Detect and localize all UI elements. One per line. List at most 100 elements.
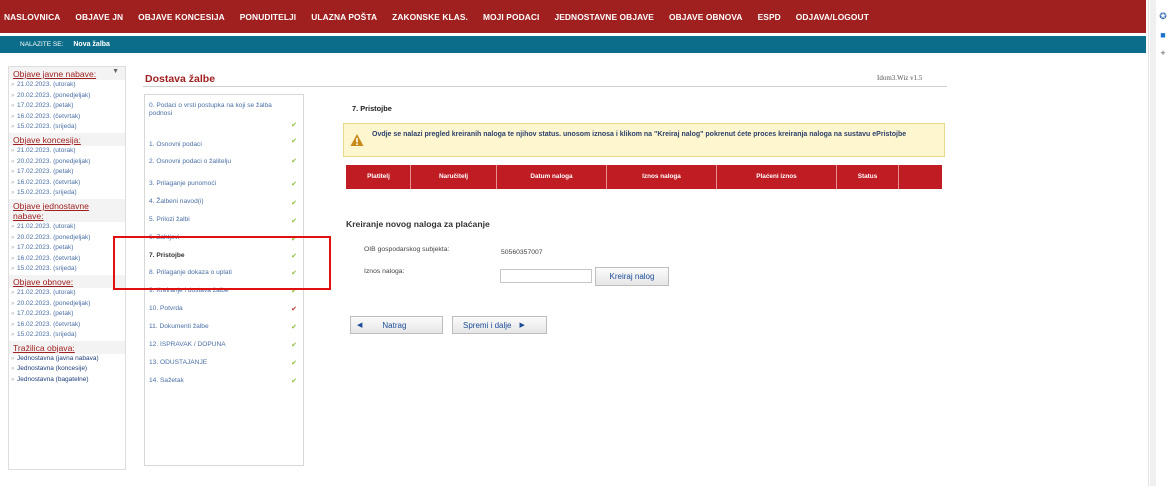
outlook-icon[interactable]: ■: [1158, 30, 1168, 40]
back-button[interactable]: ◀ Natrag: [350, 316, 443, 334]
sidebar: Objave javne nabave: ▼ 21.02.2023. (utor…: [8, 66, 126, 470]
wizard-step-label: 3. Prilaganje punomoći: [149, 180, 217, 187]
sidebar-item[interactable]: 16.02.2023. (četvrtak): [9, 254, 125, 265]
sidebar-heading[interactable]: Objave javne nabave:: [9, 67, 125, 80]
wizard-step-label: 2. Osnovni podaci o žalitelju: [149, 158, 232, 165]
wizard-step-10[interactable]: 10. Potvrda: [149, 305, 299, 313]
wizard-step-13[interactable]: 13. ODUSTAJANJE: [149, 359, 299, 367]
wizard-step-3[interactable]: 3. Prilaganje punomoći: [149, 180, 299, 188]
error-check-icon: ✔: [291, 306, 297, 313]
create-order-button-label: Kreiraj nalog: [609, 272, 655, 281]
check-icon: ✔: [291, 342, 297, 349]
top-navigation: NASLOVNICA OBJAVE JN OBJAVE KONCESIJA PO…: [0, 0, 1146, 33]
sidebar-item[interactable]: 15.02.2023. (srijeda): [9, 330, 125, 341]
sidebar-item[interactable]: 21.02.2023. (utorak): [9, 288, 125, 299]
sidebar-heading[interactable]: Tražilica objava:: [9, 340, 125, 354]
sidebar-item[interactable]: 17.02.2023. (petak): [9, 101, 125, 112]
nav-objave-koncesija[interactable]: OBJAVE KONCESIJA: [138, 12, 225, 22]
column-header-placeni-iznos: Plaćeni iznos: [717, 165, 837, 189]
wizard-step-5[interactable]: 5. Prilozi žalbi: [149, 216, 299, 224]
wizard-step-12[interactable]: 12. ISPRAVAK / DOPUNA: [149, 341, 299, 349]
title-divider: [143, 86, 947, 87]
nav-odjava-logout[interactable]: ODJAVA/LOGOUT: [796, 12, 869, 22]
sidebar-item[interactable]: 20.02.2023. (ponedjeljak): [9, 157, 125, 168]
sidebar-item[interactable]: 21.02.2023. (utorak): [9, 222, 125, 233]
warning-message: Ovdje se nalazi pregled kreiranih naloga…: [343, 123, 945, 157]
wizard-step-label: 4. Žalbeni navod(i): [149, 198, 204, 205]
check-icon: ✔: [291, 200, 297, 207]
sidebar-item[interactable]: 17.02.2023. (petak): [9, 243, 125, 254]
highlight-box: [113, 236, 331, 290]
create-order-button[interactable]: Kreiraj nalog: [595, 267, 669, 286]
sidebar-section-obnove: Objave obnove: 21.02.2023. (utorak) 20.0…: [9, 274, 125, 341]
sidebar-item[interactable]: Jednostavna (javna nabava): [9, 354, 125, 365]
warning-text: Ovdje se nalazi pregled kreiranih naloga…: [372, 131, 907, 138]
sidebar-item[interactable]: 16.02.2023. (četvrtak): [9, 320, 125, 331]
wizard-step-14[interactable]: 14. Sažetak: [149, 377, 299, 385]
sidebar-item[interactable]: 21.02.2023. (utorak): [9, 146, 125, 157]
wizard-step-label: 11. Dokumenti žalbe: [149, 323, 209, 330]
sidebar-item[interactable]: 17.02.2023. (petak): [9, 309, 125, 320]
check-icon: ✔: [291, 122, 297, 129]
wizard-step-label: 1. Osnovni podaci: [149, 141, 202, 148]
sidebar-item[interactable]: 15.02.2023. (srijeda): [9, 122, 125, 133]
add-icon[interactable]: +: [1158, 48, 1168, 58]
sidebar-section-jednostavne-nabave: Objave jednostavne nabave: 21.02.2023. (…: [9, 198, 125, 275]
nav-zakonske-klas[interactable]: ZAKONSKE KLAS.: [392, 12, 468, 22]
sidebar-section-trazilica: Tražilica objava: Jednostavna (javna nab…: [9, 340, 125, 386]
wizard-step-2[interactable]: 2. Osnovni podaci o žalitelju: [149, 158, 299, 166]
extension-icon[interactable]: ✪: [1158, 11, 1168, 21]
dropdown-arrow-icon[interactable]: ▼: [112, 68, 119, 75]
sidebar-item[interactable]: 16.02.2023. (četvrtak): [9, 178, 125, 189]
browser-side-panel: ✪ ■ +: [1148, 0, 1176, 486]
breadcrumb-current[interactable]: Nova žalba: [73, 41, 110, 48]
back-button-label: Natrag: [382, 320, 407, 330]
nav-objave-jn[interactable]: OBJAVE JN: [75, 12, 123, 22]
sidebar-item[interactable]: 17.02.2023. (petak): [9, 167, 125, 178]
wizard-step-label: 14. Sažetak: [149, 377, 184, 384]
nav-objave-obnova[interactable]: OBJAVE OBNOVA: [669, 12, 743, 22]
column-header-platitelj: Platitelj: [347, 165, 411, 189]
version-label: Idom3.Wiz v1.5: [877, 74, 923, 82]
sidebar-section-javne-nabave: Objave javne nabave: ▼ 21.02.2023. (utor…: [9, 67, 125, 133]
nav-jednostavne-objave[interactable]: JEDNOSTAVNE OBJAVE: [554, 12, 654, 22]
column-header-narucitelj: Naručitelj: [411, 165, 497, 189]
sidebar-item[interactable]: 20.02.2023. (ponedjeljak): [9, 299, 125, 310]
sidebar-item[interactable]: 21.02.2023. (utorak): [9, 80, 125, 91]
payment-orders-table-header: Platitelj Naručitelj Datum naloga Iznos …: [346, 165, 942, 189]
breadcrumb: NALAZITE SE: Nova žalba: [0, 36, 1146, 53]
nav-naslovnica[interactable]: NASLOVNICA: [4, 12, 60, 22]
nav-espd[interactable]: ESPD: [758, 12, 781, 22]
amount-input[interactable]: [500, 269, 592, 283]
sidebar-item[interactable]: Jednostavna (bagatelne): [9, 375, 125, 386]
sidebar-heading[interactable]: Objave koncesija:: [9, 132, 125, 146]
wizard-step-1[interactable]: 1. Osnovni podaci: [149, 141, 299, 149]
save-and-next-button[interactable]: Spremi i dalje ▶: [452, 316, 547, 334]
save-and-next-button-label: Spremi i dalje: [463, 320, 512, 330]
sidebar-heading[interactable]: Objave jednostavne nabave:: [9, 198, 125, 222]
wizard-step-4[interactable]: 4. Žalbeni navod(i): [149, 198, 299, 206]
check-icon: ✔: [291, 360, 297, 367]
sidebar-item[interactable]: 20.02.2023. (ponedjeljak): [9, 91, 125, 102]
sidebar-item[interactable]: 20.02.2023. (ponedjeljak): [9, 233, 125, 244]
wizard-step-11[interactable]: 11. Dokumenti žalbe: [149, 323, 299, 331]
sidebar-section-koncesija: Objave koncesija: 21.02.2023. (utorak) 2…: [9, 132, 125, 199]
nav-ulazna-posta[interactable]: ULAZNA POŠTA: [311, 12, 377, 22]
column-header-status: Status: [837, 165, 899, 189]
sidebar-item[interactable]: 15.02.2023. (srijeda): [9, 264, 125, 275]
sidebar-heading[interactable]: Objave obnove:: [9, 274, 125, 288]
page-title: Dostava žalbe: [145, 73, 216, 85]
sidebar-item[interactable]: Jednostavna (koncesije): [9, 364, 125, 375]
scrollbar[interactable]: [1150, 0, 1156, 486]
sidebar-item[interactable]: 16.02.2023. (četvrtak): [9, 112, 125, 123]
wizard-step-0[interactable]: 0. Podaci o vrsti postupka na koji se ža…: [149, 102, 299, 118]
sidebar-item[interactable]: 15.02.2023. (srijeda): [9, 188, 125, 199]
check-icon: ✔: [291, 181, 297, 188]
nav-moji-podaci[interactable]: MOJI PODACI: [483, 12, 539, 22]
nav-ponuditelji[interactable]: PONUDITELJI: [240, 12, 296, 22]
warning-icon: [350, 134, 364, 146]
wizard-step-label: 12. ISPRAVAK / DOPUNA: [149, 341, 226, 348]
create-order-title: Kreiranje novog naloga za plaćanje: [346, 219, 490, 229]
check-icon: ✔: [291, 138, 297, 145]
wizard-step-label: 0. Podaci o vrsti postupka na koji se ža…: [149, 102, 272, 117]
